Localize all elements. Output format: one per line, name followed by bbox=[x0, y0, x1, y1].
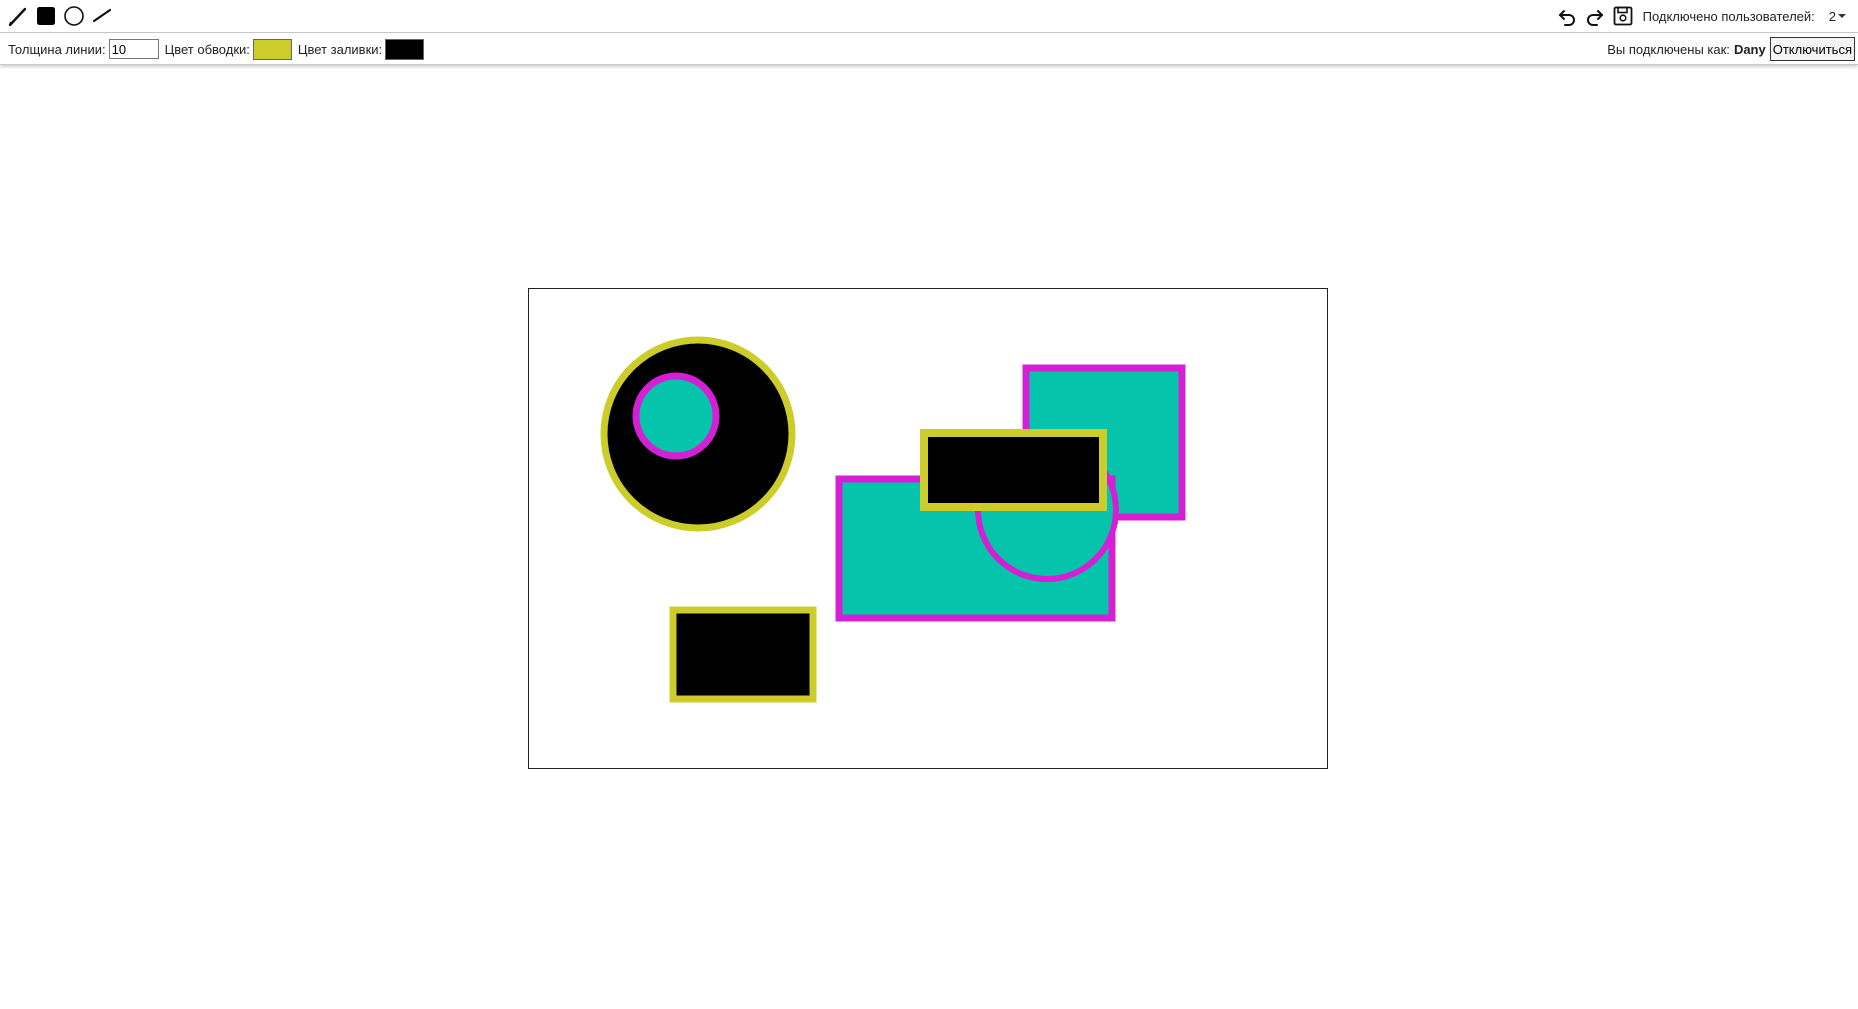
stroke-color-picker[interactable] bbox=[252, 38, 292, 60]
redo-button[interactable] bbox=[1583, 4, 1607, 28]
drawing-tools bbox=[6, 4, 114, 28]
main-toolbar: Подключено пользователей: 2 bbox=[0, 0, 1858, 33]
line-tool[interactable] bbox=[90, 4, 114, 28]
style-options: Толщина линии: Цвет обводки: Цвет заливк… bbox=[8, 37, 430, 61]
stroke-color-label: Цвет обводки: bbox=[164, 41, 250, 57]
save-icon bbox=[1613, 6, 1632, 26]
circle-tool[interactable] bbox=[62, 4, 86, 28]
rectangle-tool[interactable] bbox=[34, 4, 58, 28]
undo-icon bbox=[1558, 10, 1575, 26]
pencil-icon bbox=[8, 7, 27, 27]
connected-users-label: Подключено пользователей: bbox=[1642, 8, 1815, 24]
save-button[interactable] bbox=[1611, 4, 1635, 28]
connected-users-dropdown[interactable]: 2 bbox=[1829, 9, 1846, 24]
shape-rect-black-center bbox=[920, 429, 1107, 511]
chevron-down-icon bbox=[1838, 14, 1846, 18]
toolbar-right: Подключено пользователей: 2 bbox=[1555, 4, 1846, 28]
drawing-canvas[interactable] bbox=[528, 288, 1328, 769]
fill-color-picker[interactable] bbox=[385, 38, 425, 60]
pencil-tool[interactable] bbox=[6, 4, 30, 28]
line-thickness-input[interactable] bbox=[108, 39, 159, 59]
session-info: Вы подключены как: Dany Отключиться bbox=[1607, 37, 1855, 61]
canvas-svg[interactable] bbox=[528, 288, 1328, 769]
filled-square-icon bbox=[37, 7, 55, 25]
disconnect-button[interactable]: Отключиться bbox=[1769, 37, 1855, 61]
line-icon bbox=[92, 8, 112, 23]
circle-icon bbox=[64, 6, 84, 26]
username: Dany bbox=[1733, 41, 1766, 57]
connected-as-label: Вы подключены как: bbox=[1607, 41, 1730, 57]
line-thickness-label: Толщина линии: bbox=[8, 41, 106, 57]
redo-icon bbox=[1586, 10, 1603, 26]
connected-users-count: 2 bbox=[1828, 8, 1836, 24]
fill-color-label: Цвет заливки: bbox=[297, 41, 383, 57]
undo-button[interactable] bbox=[1555, 4, 1579, 28]
shape-circle-small bbox=[632, 372, 720, 460]
options-bar: Толщина линии: Цвет обводки: Цвет заливк… bbox=[0, 33, 1858, 65]
shape-rect-black-bottom bbox=[669, 606, 817, 703]
